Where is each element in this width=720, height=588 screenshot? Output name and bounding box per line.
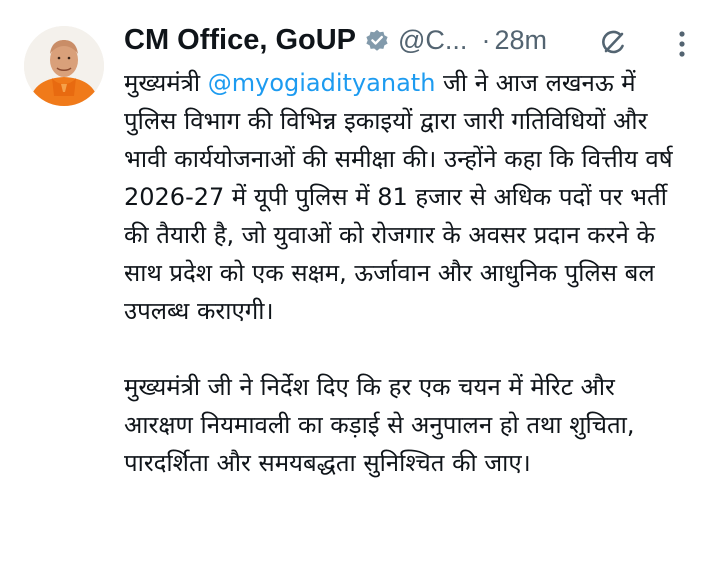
separator-dot: · <box>481 24 491 55</box>
verified-badge-icon <box>364 27 390 53</box>
mention-link[interactable]: @myogiadityanath <box>208 69 436 97</box>
avatar-photo <box>24 26 104 106</box>
tweet-paragraph-2: मुख्यमंत्री जी ने निर्देश दिए कि हर एक च… <box>124 373 635 477</box>
more-vertical-icon[interactable] <box>676 30 688 58</box>
tweet-card[interactable]: CM Office, GoUP @C... · 28m मुख्यमंत्री … <box>0 0 720 588</box>
user-handle[interactable]: @C... <box>398 25 467 56</box>
tweet-paragraph-1: मुख्यमंत्री @myogiadityanath जी ने आज लख… <box>124 64 684 330</box>
tweet-text: मुख्यमंत्री @myogiadityanath जी ने आज लख… <box>124 64 684 482</box>
timestamp[interactable]: 28m <box>494 25 547 56</box>
avatar[interactable] <box>24 26 104 106</box>
paragraph-1-prefix: मुख्यमंत्री <box>124 69 208 97</box>
paragraph-1-text: जी ने आज लखनऊ में पुलिस विभाग की विभिन्न… <box>124 69 673 325</box>
grok-icon[interactable] <box>598 28 628 58</box>
display-name[interactable]: CM Office, GoUP <box>124 24 356 57</box>
